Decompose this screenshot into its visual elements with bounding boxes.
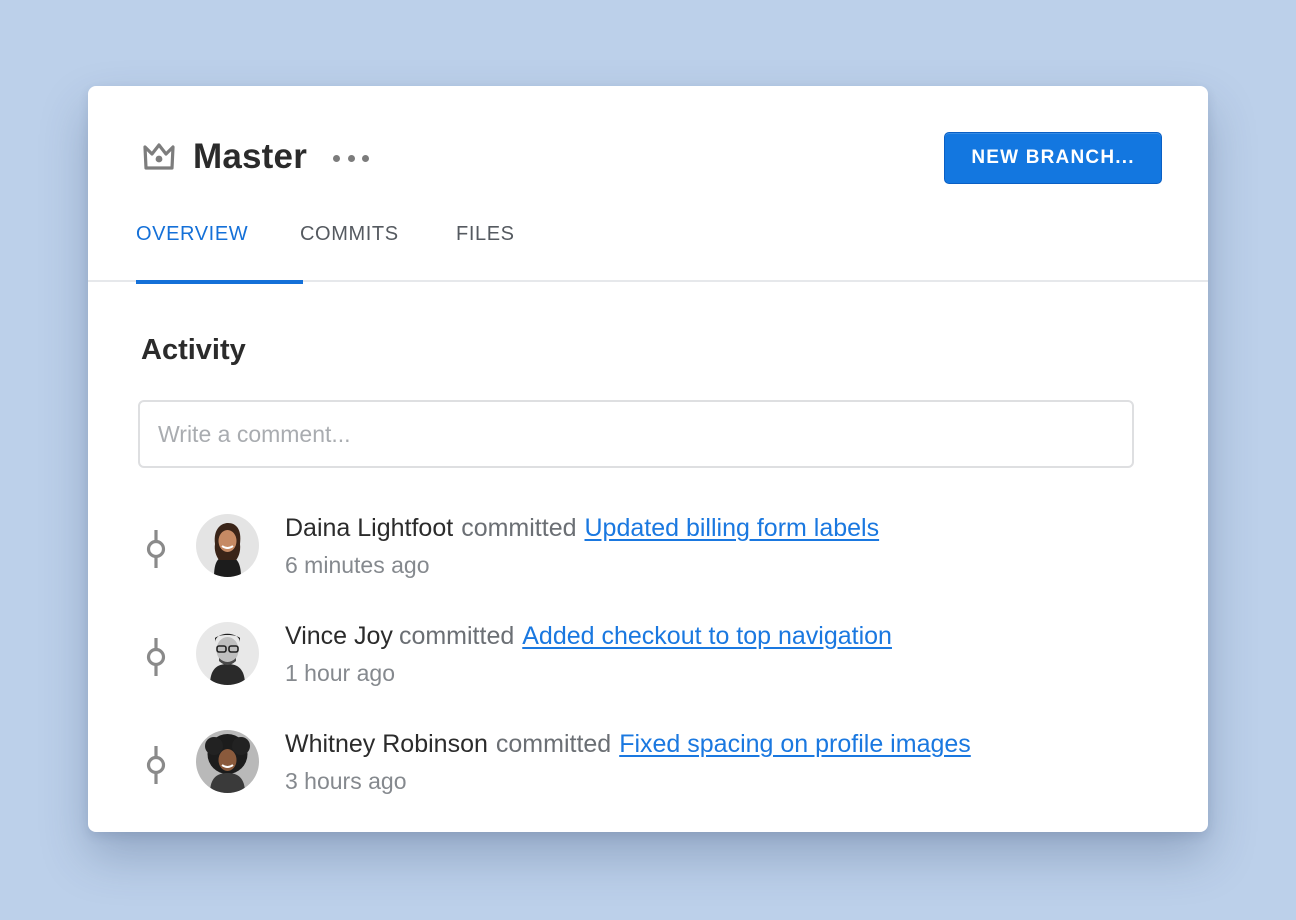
commit-icon: [146, 638, 166, 676]
commit-link[interactable]: Added checkout to top navigation: [522, 622, 892, 650]
author-name: Daina Lightfoot: [285, 514, 454, 542]
new-branch-button[interactable]: NEW BRANCH...: [944, 132, 1162, 184]
activity-verb: committed: [398, 622, 515, 650]
timestamp: 6 minutes ago: [285, 552, 430, 578]
tab-bar: OVERVIEW COMMITS FILES: [136, 216, 536, 284]
activity-item: Daina Lightfoot committed Updated billing …: [88, 506, 1208, 606]
author-name: Vince Joy: [285, 622, 393, 650]
activity-heading: Activity: [141, 334, 246, 366]
avatar: [196, 514, 259, 577]
comment-input[interactable]: [138, 400, 1134, 468]
activity-line: Daina Lightfoot committed Updated billing …: [285, 510, 879, 546]
commit-link[interactable]: Fixed spacing on profile images: [619, 730, 971, 758]
commit-link[interactable]: Updated billing form labels: [585, 514, 880, 542]
commit-icon: [146, 530, 166, 568]
timestamp: 3 hours ago: [285, 768, 407, 794]
activity-verb: committed: [495, 730, 612, 758]
activity-item: Whitney Robinson committed Fixed spacing o…: [88, 722, 1208, 822]
tab-overview[interactable]: OVERVIEW: [136, 216, 303, 284]
avatar: [196, 622, 259, 685]
panel-header: Master NEW BRANCH... OVERVIEW COMMITS FI…: [88, 86, 1208, 284]
branch-panel: Master NEW BRANCH... OVERVIEW COMMITS FI…: [88, 86, 1208, 832]
author-name: Whitney Robinson: [285, 730, 488, 758]
branch-title: Master: [193, 137, 308, 176]
timestamp: 1 hour ago: [285, 660, 395, 686]
activity-item: Vince Joy committed Added checkout to top …: [88, 614, 1208, 714]
commit-icon: [146, 746, 166, 784]
crown-icon: [143, 143, 175, 170]
activity-line: Vince Joy committed Added checkout to top …: [285, 618, 892, 654]
tab-commits[interactable]: COMMITS: [300, 216, 456, 282]
dot: [333, 154, 340, 162]
avatar: [196, 730, 259, 793]
more-dots-icon[interactable]: [333, 144, 369, 172]
dot: [347, 154, 355, 162]
activity-line: Whitney Robinson committed Fixed spacing o…: [285, 726, 971, 762]
dot: [362, 154, 369, 162]
activity-verb: committed: [461, 514, 577, 542]
tab-files[interactable]: FILES: [456, 216, 536, 282]
